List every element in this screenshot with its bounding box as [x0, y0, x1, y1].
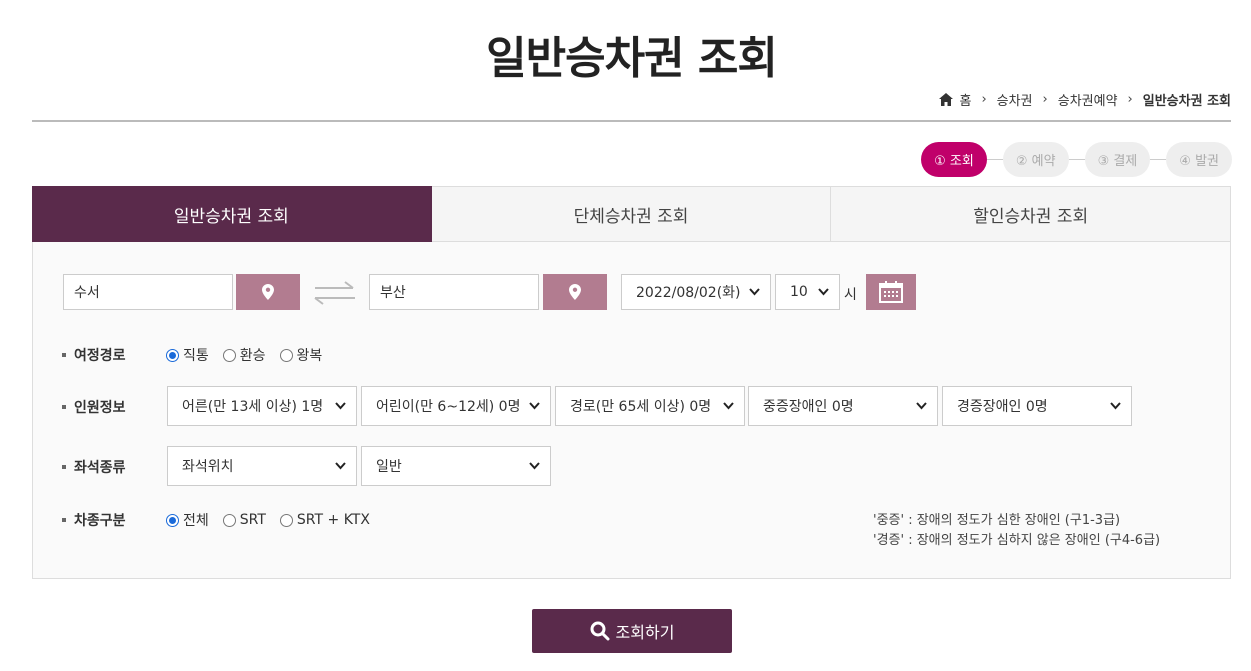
chevron-down-icon [1110, 402, 1121, 410]
breadcrumb: 홈 › 승차권 › 승차권예약 › 일반승차권 조회 [939, 90, 1231, 109]
train-type-srt[interactable]: SRT [222, 512, 266, 528]
chevron-down-icon [723, 402, 734, 410]
step-issue: ④ 발권 [1166, 142, 1232, 177]
ticket-tabs: 일반승차권 조회 단체승차권 조회 할인승차권 조회 [32, 186, 1232, 242]
radio-button[interactable] [279, 513, 293, 527]
seat-position-value: 좌석위치 [182, 459, 234, 475]
seat-type-label: 좌석종류 [62, 457, 126, 477]
train-type-srt-ktx[interactable]: SRT + KTX [279, 512, 370, 528]
child-count-value: 어린이(만 6~12세) 0명 [376, 399, 521, 415]
seat-class-value: 일반 [376, 459, 402, 475]
tab-group-ticket[interactable]: 단체승차권 조회 [431, 186, 832, 242]
step-connector [1068, 159, 1085, 160]
location-pin-icon [262, 284, 274, 300]
chevron-down-icon [529, 402, 540, 410]
step-search: ① 조회 [921, 142, 987, 177]
severe-disability-count-value: 중증장애인 0명 [763, 399, 854, 415]
date-select[interactable]: 2022/08/02(화) [621, 274, 771, 310]
train-type-label-text: 차종구분 [74, 513, 126, 529]
step-payment: ③ 결제 [1084, 142, 1151, 177]
passenger-info-label-text: 인원정보 [74, 400, 126, 416]
trip-type-roundtrip[interactable]: 왕복 [279, 345, 323, 365]
radio-button[interactable] [279, 348, 293, 362]
tab-general-ticket[interactable]: 일반승차권 조회 [32, 186, 432, 242]
location-pin-icon [569, 284, 581, 300]
hour-select[interactable]: 10 [775, 274, 840, 310]
child-count-select[interactable]: 어린이(만 6~12세) 0명 [361, 386, 551, 426]
hour-value: 10 [790, 284, 808, 300]
adult-count-select[interactable]: 어른(만 13세 이상) 1명 [167, 386, 357, 426]
trip-type-radio-group: 직통 환승 왕복 [166, 345, 336, 365]
step-connector [1150, 159, 1167, 160]
radio-button[interactable] [222, 513, 236, 527]
chevron-right-icon: › [1042, 92, 1048, 107]
calendar-icon [879, 281, 903, 303]
train-type-srt-label: SRT [239, 512, 266, 528]
divider [32, 120, 1231, 122]
breadcrumb-ticket[interactable]: 승차권 [997, 90, 1033, 109]
bullet-icon [62, 353, 66, 357]
bullet-icon [62, 465, 66, 469]
chevron-down-icon [335, 462, 346, 470]
severe-disability-count-select[interactable]: 중증장애인 0명 [748, 386, 938, 426]
home-icon[interactable] [939, 93, 954, 106]
hour-unit-label: 시 [844, 287, 857, 303]
senior-count-value: 경로(만 65세 이상) 0명 [570, 399, 712, 415]
trip-type-direct[interactable]: 직통 [166, 345, 209, 365]
mild-disability-count-select[interactable]: 경증장애인 0명 [942, 386, 1132, 426]
seat-type-label-text: 좌석종류 [74, 460, 126, 476]
passenger-info-label: 인원정보 [62, 397, 126, 417]
chevron-down-icon [335, 402, 346, 410]
severe-disability-note: '중증' : 장애의 정도가 심한 장애인 (구1-3급) [873, 513, 1121, 528]
page-title: 일반승차권 조회 [486, 33, 778, 84]
arrival-station-button[interactable] [543, 274, 607, 310]
train-type-all-label: 전체 [183, 513, 209, 529]
bullet-icon [62, 405, 66, 409]
trip-type-transfer-label: 환승 [239, 348, 266, 364]
swap-arrows-icon[interactable] [313, 280, 357, 306]
trip-type-label: 여정경로 [62, 345, 126, 365]
radio-button[interactable] [222, 348, 236, 362]
adult-count-value: 어른(만 13세 이상) 1명 [182, 399, 324, 415]
bullet-icon [62, 518, 66, 522]
progress-steps: ① 조회 ② 예약 ③ 결제 ④ 발권 [921, 142, 1232, 177]
radio-button[interactable] [166, 513, 179, 527]
trip-type-label-text: 여정경로 [74, 348, 126, 364]
chevron-down-icon [749, 288, 760, 296]
breadcrumb-reservation[interactable]: 승차권예약 [1058, 90, 1118, 109]
calendar-button[interactable] [866, 274, 916, 310]
breadcrumb-current: 일반승차권 조회 [1142, 94, 1231, 109]
chevron-down-icon [529, 462, 540, 470]
mild-disability-count-value: 경증장애인 0명 [957, 399, 1048, 415]
train-type-all[interactable]: 전체 [166, 510, 209, 530]
chevron-down-icon [818, 288, 829, 296]
departure-station-button[interactable] [236, 274, 300, 310]
chevron-right-icon: › [981, 92, 987, 107]
trip-type-transfer[interactable]: 환승 [222, 345, 266, 365]
chevron-down-icon [916, 402, 927, 410]
seat-class-select[interactable]: 일반 [361, 446, 551, 486]
tab-discount-ticket[interactable]: 할인승차권 조회 [831, 186, 1232, 242]
step-connector [986, 159, 1003, 160]
mild-disability-note: '경증' : 장애의 정도가 심하지 않은 장애인 (구4-6급) [873, 533, 1161, 548]
train-type-label: 차종구분 [62, 510, 126, 530]
search-button[interactable]: 조회하기 [532, 609, 732, 653]
search-icon [590, 621, 610, 641]
radio-button[interactable] [166, 348, 179, 362]
train-type-srt-ktx-label: SRT + KTX [296, 512, 370, 528]
arrival-station-field[interactable]: 부산 [369, 274, 539, 310]
senior-count-select[interactable]: 경로(만 65세 이상) 0명 [555, 386, 745, 426]
breadcrumb-home[interactable]: 홈 [959, 90, 971, 109]
train-type-radio-group: 전체 SRT SRT + KTX [166, 510, 384, 530]
departure-station-field[interactable]: 수서 [63, 274, 233, 310]
trip-type-direct-label: 직통 [183, 348, 209, 364]
search-button-label: 조회하기 [615, 623, 675, 642]
trip-type-roundtrip-label: 왕복 [296, 348, 323, 364]
step-reserve: ② 예약 [1002, 142, 1069, 177]
seat-position-select[interactable]: 좌석위치 [167, 446, 357, 486]
chevron-right-icon: › [1127, 92, 1133, 107]
date-value: 2022/08/02(화) [636, 285, 741, 301]
